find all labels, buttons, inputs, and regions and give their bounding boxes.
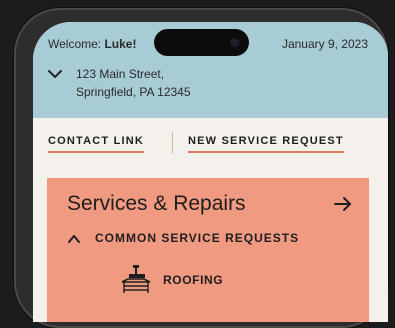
contact-link[interactable]: CONTACT LINK [48, 135, 145, 153]
quick-links: CONTACT LINK NEW SERVICE REQUEST [33, 118, 388, 166]
dynamic-island [154, 29, 249, 56]
address-line2: Springfield, PA 12345 [76, 85, 191, 99]
chevron-up-icon[interactable] [67, 234, 81, 244]
welcome-prefix: Welcome: [48, 37, 105, 51]
welcome-text: Welcome: Luke! [48, 37, 136, 51]
services-card: Services & Repairs COMMON SERVICE REQUES… [47, 178, 369, 322]
roofing-icon [121, 265, 151, 293]
date-text: January 9, 2023 [281, 37, 368, 51]
services-title[interactable]: Services & Repairs [67, 192, 246, 216]
links-divider [172, 132, 173, 154]
address-line1: 123 Main Street, [76, 67, 165, 81]
service-item-roofing[interactable]: ROOFING [163, 273, 223, 287]
address[interactable]: 123 Main Street, Springfield, PA 12345 [76, 65, 191, 101]
camera-icon [230, 38, 239, 47]
app-screen: Welcome: Luke! January 9, 2023 123 Main … [33, 22, 388, 322]
new-service-request-link[interactable]: NEW SERVICE REQUEST [188, 135, 344, 153]
arrow-right-icon[interactable] [333, 196, 353, 212]
user-name: Luke! [104, 37, 137, 51]
chevron-down-icon[interactable] [47, 68, 63, 80]
common-service-requests-label[interactable]: COMMON SERVICE REQUESTS [95, 231, 299, 245]
